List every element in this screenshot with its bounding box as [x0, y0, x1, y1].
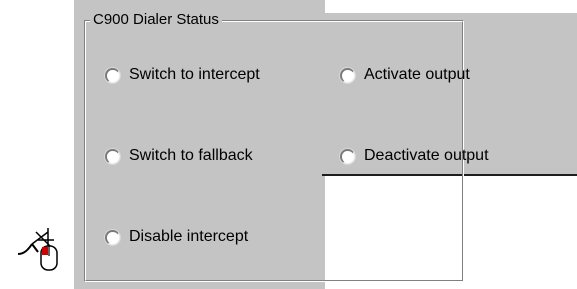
radio-circle-icon[interactable] — [105, 67, 120, 83]
activate-output-radio[interactable]: Activate output — [340, 63, 470, 87]
disable-intercept-label[interactable]: Disable intercept — [129, 228, 248, 246]
switch-to-intercept-label[interactable]: Switch to intercept — [129, 66, 260, 84]
radio-circle-icon[interactable] — [340, 148, 355, 164]
switch-to-intercept-radio[interactable]: Switch to intercept — [105, 63, 260, 87]
activate-output-label[interactable]: Activate output — [364, 66, 470, 84]
deactivate-output-label[interactable]: Deactivate output — [364, 147, 489, 165]
radio-circle-icon[interactable] — [105, 148, 120, 164]
groupbox-title: C900 Dialer Status — [90, 11, 222, 28]
radio-circle-icon[interactable] — [105, 229, 120, 245]
switch-to-fallback-radio[interactable]: Switch to fallback — [105, 144, 253, 168]
deactivate-output-radio[interactable]: Deactivate output — [340, 144, 489, 168]
radio-circle-icon[interactable] — [340, 67, 355, 83]
switch-to-fallback-label[interactable]: Switch to fallback — [129, 147, 253, 165]
disable-intercept-radio[interactable]: Disable intercept — [105, 225, 248, 249]
mouse-pointer-with-mouse-icon — [17, 228, 58, 271]
